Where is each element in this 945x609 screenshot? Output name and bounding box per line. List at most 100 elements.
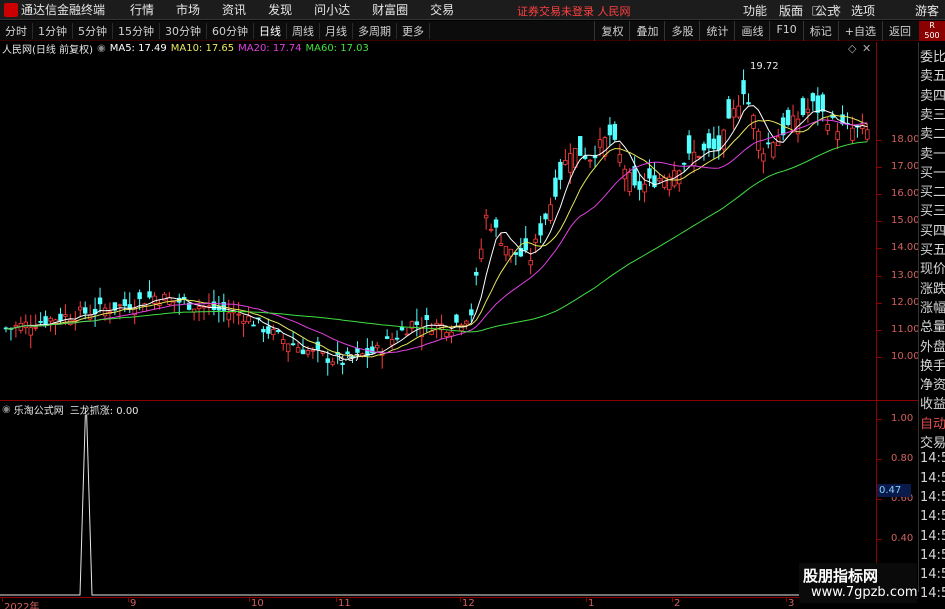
guest-user-label[interactable]: 游客 bbox=[915, 2, 939, 19]
candle-body bbox=[597, 139, 603, 148]
candle-body bbox=[97, 297, 103, 305]
multi-stock-button[interactable]: 多股 bbox=[664, 21, 699, 41]
period-tab-60min[interactable]: 60分钟 bbox=[207, 22, 254, 39]
menu-ask[interactable]: 问小达 bbox=[303, 1, 361, 18]
menu-function[interactable]: 功能 bbox=[737, 2, 773, 19]
candle-body bbox=[761, 153, 766, 162]
period-tab-daily[interactable]: 日线 bbox=[254, 22, 287, 39]
price-axis-label: 11.00 bbox=[891, 324, 920, 335]
maximize-icon[interactable]: □ bbox=[809, 2, 825, 18]
candle-body bbox=[731, 108, 736, 118]
candle-body bbox=[147, 291, 152, 298]
period-tab-weekly[interactable]: 周线 bbox=[287, 22, 320, 39]
indicator-axis-tick bbox=[877, 499, 882, 500]
price-axis-label: 15.00 bbox=[891, 215, 920, 226]
candle-body bbox=[63, 314, 68, 317]
watermark-url: www.7gpzb.com bbox=[811, 585, 918, 600]
menu-discover[interactable]: 发现 bbox=[257, 1, 303, 18]
watermark-logo: 股朋指标网 www.7gpzb.com bbox=[799, 563, 918, 603]
candle-body bbox=[642, 183, 647, 193]
date-tick bbox=[586, 598, 587, 602]
minimize-icon[interactable]: — bbox=[789, 2, 805, 18]
diamond-icon[interactable]: ◇ bbox=[848, 42, 856, 55]
quote-panel-item: 委比 bbox=[920, 50, 945, 65]
candle-body bbox=[310, 349, 316, 352]
price-axis-label: 10.00 bbox=[891, 351, 920, 362]
back-button[interactable]: 返回 bbox=[882, 21, 917, 41]
f10-button[interactable]: F10 bbox=[769, 21, 802, 41]
menu-trade[interactable]: 交易 bbox=[419, 1, 465, 18]
candle-body bbox=[454, 314, 459, 323]
candle-body bbox=[226, 312, 231, 321]
candle-body bbox=[137, 292, 142, 300]
mark-button[interactable]: 标记 bbox=[802, 21, 838, 41]
menu-market-quote[interactable]: 行情 bbox=[119, 1, 165, 18]
indicator-axis-tick bbox=[877, 539, 882, 540]
candle-body bbox=[246, 315, 251, 323]
candle-body bbox=[568, 153, 573, 173]
candle-body bbox=[236, 313, 241, 316]
candle-body bbox=[701, 143, 707, 151]
candle-body bbox=[241, 320, 246, 324]
quote-panel-item: 14:56 bbox=[920, 547, 945, 563]
menu-wealth-circle[interactable]: 财富圈 bbox=[361, 1, 419, 18]
candle-body bbox=[424, 315, 429, 320]
candle-body bbox=[726, 99, 731, 119]
candle-body bbox=[394, 337, 400, 340]
candle-body bbox=[152, 295, 157, 304]
candle-body bbox=[196, 306, 202, 310]
candlestick-chart[interactable]: 19.72 8.87 bbox=[0, 55, 876, 400]
candle-body bbox=[627, 172, 632, 192]
period-tab-30min[interactable]: 30分钟 bbox=[160, 22, 207, 39]
candle-body bbox=[122, 299, 127, 307]
price-axis-label: 12.00 bbox=[891, 297, 920, 308]
app-title: 通达信金融终端 bbox=[21, 3, 106, 17]
price-axis-tick bbox=[877, 357, 882, 358]
price-axis-label: 13.00 bbox=[891, 270, 920, 281]
quote-panel-item: 自动 bbox=[920, 416, 945, 432]
menu-market[interactable]: 市场 bbox=[165, 1, 211, 18]
period-tab-15min[interactable]: 15分钟 bbox=[113, 22, 160, 39]
price-axis-tick bbox=[877, 194, 882, 195]
period-tab-timeshare[interactable]: 分时 bbox=[0, 22, 33, 39]
overlay-button[interactable]: 叠加 bbox=[629, 21, 664, 41]
date-tick bbox=[249, 598, 250, 602]
close-pane-icon[interactable]: ✕ bbox=[862, 42, 871, 55]
indicator-chart[interactable] bbox=[0, 415, 876, 597]
add-watchlist-button[interactable]: +自选 bbox=[837, 21, 882, 41]
pane-divider[interactable] bbox=[0, 400, 918, 401]
quote-panel-item: 买五 bbox=[920, 243, 945, 258]
candle-body bbox=[617, 154, 622, 163]
candle-body bbox=[558, 161, 563, 180]
quote-panel-item: 总量 bbox=[920, 320, 945, 336]
candle-body bbox=[681, 162, 687, 165]
low-price-annotation: 8.87 bbox=[338, 353, 360, 364]
statistics-button[interactable]: 统计 bbox=[699, 21, 734, 41]
quote-panel-item: 交易 bbox=[920, 436, 945, 451]
candle-body bbox=[399, 326, 405, 331]
candle-body bbox=[23, 321, 28, 329]
adjust-button[interactable]: 复权 bbox=[594, 21, 629, 41]
indicator-settings-icon[interactable]: ◉ bbox=[2, 404, 11, 415]
period-tab-1min[interactable]: 1分钟 bbox=[33, 22, 73, 39]
date-label: 1 bbox=[588, 598, 595, 609]
ma60-label: MA60: 17.03 bbox=[305, 43, 369, 54]
period-tab-multi[interactable]: 多周期 bbox=[353, 22, 397, 39]
period-tab-more[interactable]: 更多 bbox=[397, 22, 430, 39]
period-tab-5min[interactable]: 5分钟 bbox=[73, 22, 113, 39]
candle-body bbox=[578, 136, 583, 156]
candle-body bbox=[251, 324, 256, 327]
menu-options[interactable]: 选项 bbox=[845, 2, 881, 19]
candle-body bbox=[488, 228, 494, 231]
period-tab-monthly[interactable]: 月线 bbox=[320, 22, 353, 39]
menu-news[interactable]: 资讯 bbox=[211, 1, 257, 18]
quote-panel-item: 收益 bbox=[920, 397, 945, 413]
close-icon[interactable]: ✕ bbox=[829, 2, 845, 18]
candle-body bbox=[300, 349, 306, 355]
candle-body bbox=[647, 168, 652, 179]
candle-body bbox=[573, 148, 578, 168]
price-axis: 18.00 17.00 16.00 15.00 14.00 13.00 12.00 11.00… bbox=[876, 42, 920, 400]
settings-toggle-icon[interactable]: ◉ bbox=[97, 43, 106, 54]
quote-panel-item: 14:56 bbox=[920, 528, 945, 544]
draw-line-button[interactable]: 画线 bbox=[734, 21, 769, 41]
